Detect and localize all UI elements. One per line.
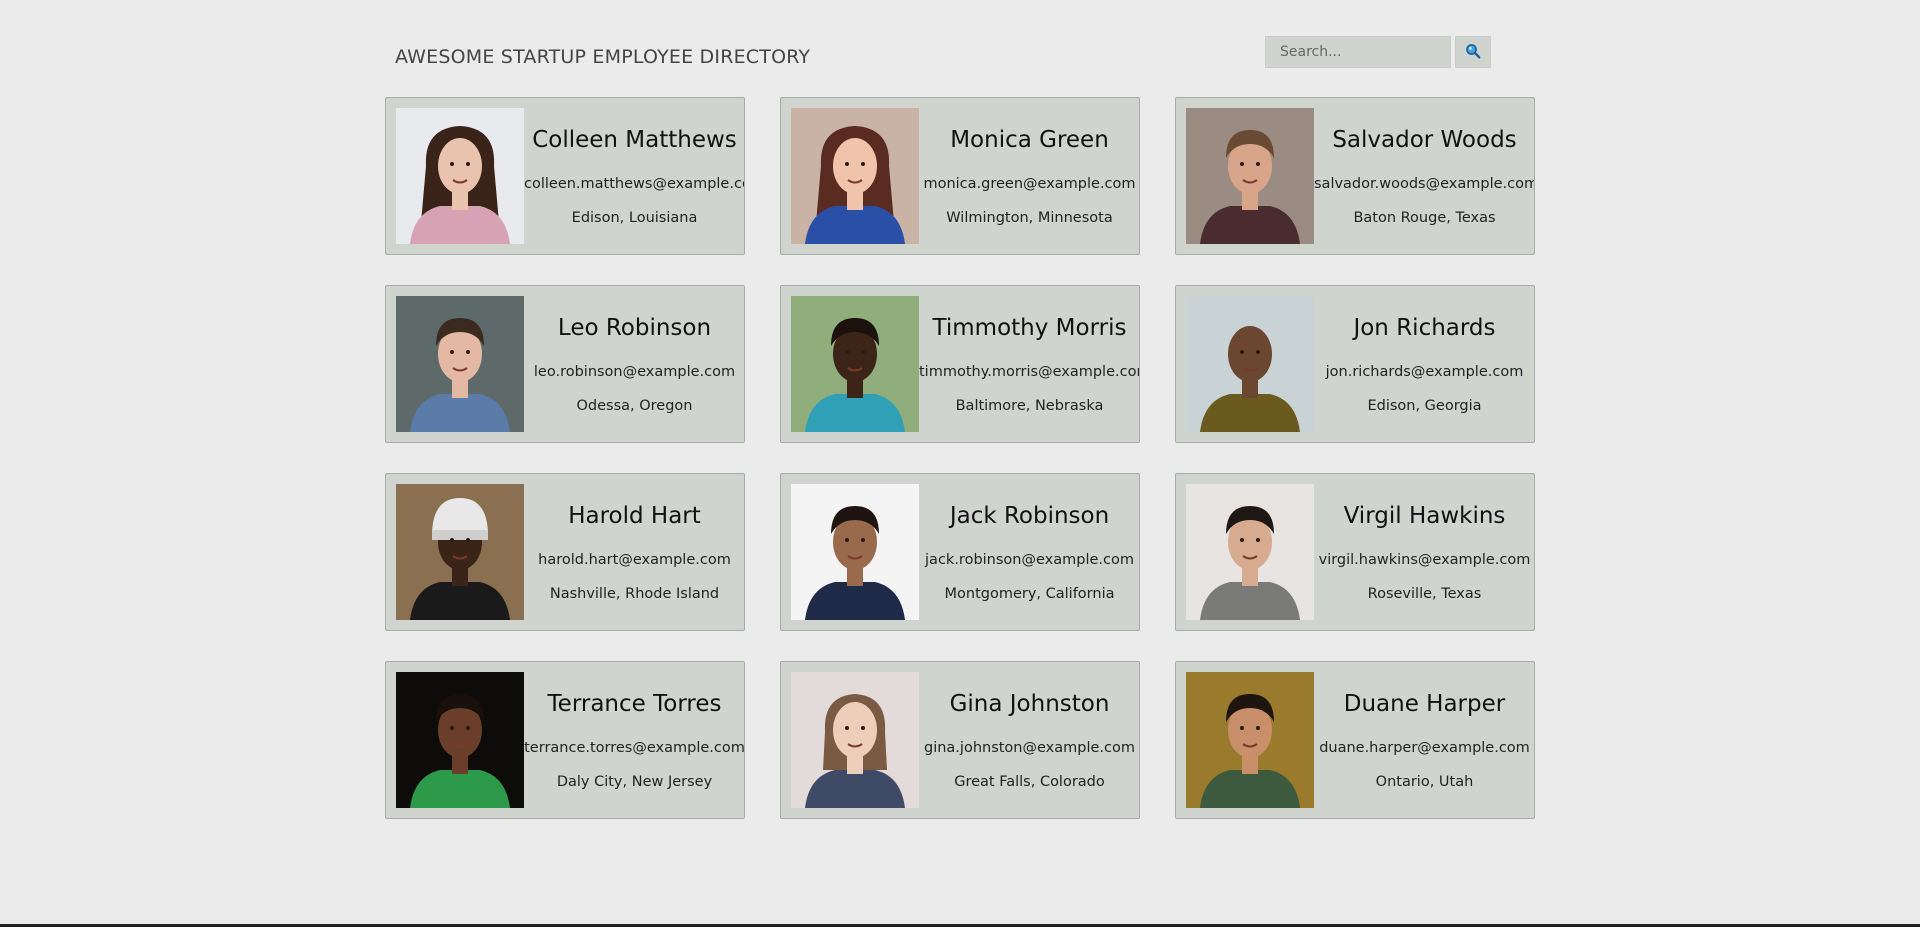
employee-photo <box>1186 108 1314 244</box>
employee-photo <box>396 672 524 808</box>
employee-email: duane.harper@example.com <box>1319 740 1530 756</box>
employee-name: Colleen Matthews <box>532 127 737 153</box>
employee-card[interactable]: Timmothy Morris timmothy.morris@example.… <box>780 285 1140 443</box>
employee-name: Jon Richards <box>1353 315 1496 341</box>
employee-name: Salvador Woods <box>1332 127 1517 153</box>
employee-email: terrance.torres@example.com <box>524 740 745 756</box>
employee-photo <box>396 108 524 244</box>
employee-email: colleen.matthews@example.com <box>524 176 745 192</box>
employee-info: Harold Hart harold.hart@example.com Nash… <box>524 474 744 630</box>
employee-photo <box>396 484 524 620</box>
employee-card[interactable]: Gina Johnston gina.johnston@example.com … <box>780 661 1140 819</box>
employee-card[interactable]: Virgil Hawkins virgil.hawkins@example.co… <box>1175 473 1535 631</box>
employee-info: Terrance Torres terrance.torres@example.… <box>524 662 745 818</box>
employee-location: Nashville, Rhode Island <box>549 586 720 602</box>
employee-location: Montgomery, California <box>944 586 1115 602</box>
employee-card[interactable]: Salvador Woods salvador.woods@example.co… <box>1175 97 1535 255</box>
employee-location: Roseville, Texas <box>1367 586 1482 602</box>
employee-location: Edison, Georgia <box>1367 398 1482 414</box>
employee-card[interactable]: Monica Green monica.green@example.com Wi… <box>780 97 1140 255</box>
employee-info: Jon Richards jon.richards@example.com Ed… <box>1314 286 1534 442</box>
employee-email: monica.green@example.com <box>923 176 1136 192</box>
employee-info: Monica Green monica.green@example.com Wi… <box>919 98 1139 254</box>
employee-email: virgil.hawkins@example.com <box>1318 552 1531 568</box>
search-button[interactable] <box>1455 36 1491 68</box>
employee-info: Salvador Woods salvador.woods@example.co… <box>1314 98 1535 254</box>
page-title: AWESOME STARTUP EMPLOYEE DIRECTORY <box>395 46 811 68</box>
employee-location: Great Falls, Colorado <box>954 774 1105 790</box>
employee-email: harold.hart@example.com <box>538 552 731 568</box>
employee-photo <box>791 296 919 432</box>
employee-name: Duane Harper <box>1343 691 1506 717</box>
employee-email: jon.richards@example.com <box>1325 364 1524 380</box>
employee-name: Virgil Hawkins <box>1343 503 1506 529</box>
employee-photo <box>791 672 919 808</box>
employee-info: Leo Robinson leo.robinson@example.com Od… <box>524 286 744 442</box>
employee-photo <box>791 484 919 620</box>
employee-location: Ontario, Utah <box>1375 774 1474 790</box>
employee-email: leo.robinson@example.com <box>533 364 736 380</box>
employee-photo <box>396 296 524 432</box>
employee-info: Jack Robinson jack.robinson@example.com … <box>919 474 1139 630</box>
employee-photo <box>1186 484 1314 620</box>
employee-info: Virgil Hawkins virgil.hawkins@example.co… <box>1314 474 1534 630</box>
employee-location: Edison, Louisiana <box>571 210 698 226</box>
employee-info: Colleen Matthews colleen.matthews@exampl… <box>524 98 745 254</box>
employee-photo <box>791 108 919 244</box>
employee-card[interactable]: Harold Hart harold.hart@example.com Nash… <box>385 473 745 631</box>
employee-card[interactable]: Leo Robinson leo.robinson@example.com Od… <box>385 285 745 443</box>
magnifier-icon <box>1465 43 1481 62</box>
employee-location: Daly City, New Jersey <box>556 774 713 790</box>
search-input[interactable] <box>1265 36 1451 68</box>
employee-location: Baton Rouge, Texas <box>1353 210 1496 226</box>
employee-info: Duane Harper duane.harper@example.com On… <box>1314 662 1534 818</box>
employee-card[interactable]: Colleen Matthews colleen.matthews@exampl… <box>385 97 745 255</box>
employee-location: Baltimore, Nebraska <box>955 398 1104 414</box>
employee-location: Odessa, Oregon <box>576 398 693 414</box>
directory-page: AWESOME STARTUP EMPLOYEE DIRECTORY Searc… <box>0 0 1920 927</box>
employee-info: Gina Johnston gina.johnston@example.com … <box>919 662 1139 818</box>
employee-name: Gina Johnston <box>949 691 1110 717</box>
employee-photo <box>1186 672 1314 808</box>
employee-email: gina.johnston@example.com <box>924 740 1135 756</box>
search-form <box>1265 36 1491 68</box>
employee-info: Timmothy Morris timmothy.morris@example.… <box>919 286 1140 442</box>
employee-name: Terrance Torres <box>547 691 722 717</box>
employee-name: Harold Hart <box>568 503 701 529</box>
employee-name: Leo Robinson <box>557 315 712 341</box>
employee-name: Timmothy Morris <box>932 315 1127 341</box>
employee-card[interactable]: Terrance Torres terrance.torres@example.… <box>385 661 745 819</box>
header: AWESOME STARTUP EMPLOYEE DIRECTORY <box>385 36 1535 76</box>
employee-email: timmothy.morris@example.com <box>919 364 1140 380</box>
employee-name: Monica Green <box>950 127 1109 153</box>
employee-email: salvador.woods@example.com <box>1314 176 1535 192</box>
employee-card[interactable]: Jack Robinson jack.robinson@example.com … <box>780 473 1140 631</box>
employee-email: jack.robinson@example.com <box>925 552 1134 568</box>
employee-location: Wilmington, Minnesota <box>946 210 1113 226</box>
employee-photo <box>1186 296 1314 432</box>
employee-card[interactable]: Jon Richards jon.richards@example.com Ed… <box>1175 285 1535 443</box>
employee-grid: Colleen Matthews colleen.matthews@exampl… <box>385 97 1535 819</box>
employee-name: Jack Robinson <box>949 503 1110 529</box>
employee-card[interactable]: Duane Harper duane.harper@example.com On… <box>1175 661 1535 819</box>
